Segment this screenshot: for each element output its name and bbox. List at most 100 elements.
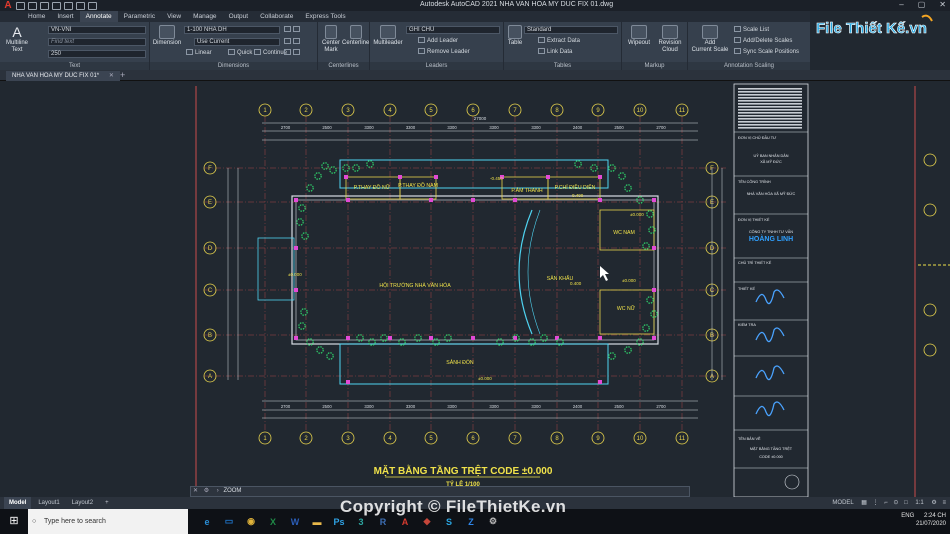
document-tab[interactable]: NHA VAN HOA MY DUC FIX 01* ✕: [6, 71, 120, 81]
save-icon[interactable]: [40, 1, 49, 10]
tab-layout2[interactable]: Layout2: [67, 497, 98, 509]
leaders-panel-title[interactable]: Leaders: [370, 62, 503, 70]
dimension-button[interactable]: Dimension: [152, 25, 182, 47]
column-mark: [471, 336, 475, 340]
ribbon-tab-manage[interactable]: Manage: [187, 11, 223, 22]
customize-menu-icon[interactable]: ≡: [942, 500, 946, 506]
customize-cmd-icon[interactable]: ⚙: [204, 488, 209, 494]
centerline-button[interactable]: Centerline: [342, 25, 369, 47]
scale-list-icon: [734, 26, 741, 32]
folder-icon[interactable]: ▬: [306, 509, 328, 534]
ortho-icon[interactable]: ⌐: [884, 500, 888, 506]
tab-layout1[interactable]: Layout1: [33, 497, 64, 509]
multiline-text-button[interactable]: A Multiline Text: [4, 25, 30, 54]
language-indicator[interactable]: ENG: [901, 513, 914, 519]
grid-label: C: [710, 288, 715, 294]
ribbon-tab-home[interactable]: Home: [22, 11, 51, 22]
dim-break-icon[interactable]: [284, 38, 302, 46]
quick-button[interactable]: Quick: [228, 49, 252, 57]
new-file-icon[interactable]: [16, 1, 25, 10]
drawing-canvas[interactable]: 11223344556677889910101111FFEEDDCCBBAA 2…: [0, 81, 950, 497]
sync-scale-button[interactable]: Sync Scale Positions: [734, 48, 799, 56]
link-data-button[interactable]: Link Data: [538, 48, 572, 56]
add-layout-icon[interactable]: +: [100, 497, 114, 509]
tree-symbol: [329, 166, 337, 174]
table-button[interactable]: Table: [506, 25, 524, 47]
dim-adjust-icon[interactable]: [284, 49, 302, 57]
minimize-icon[interactable]: –: [899, 0, 903, 10]
site-logo-graphic: File Thiết Kế.vn: [810, 11, 950, 70]
multileader-button[interactable]: Multileader: [371, 25, 405, 47]
polar-icon[interactable]: ⊙: [893, 500, 898, 506]
extract-data-button[interactable]: Extract Data: [538, 37, 580, 45]
add-delete-scales-button[interactable]: Add/Delete Scales: [734, 37, 792, 45]
revision-cloud-button[interactable]: Revision Cloud: [654, 25, 686, 54]
remove-leader-button[interactable]: Remove Leader: [418, 48, 470, 56]
redo-icon[interactable]: [88, 1, 97, 10]
taskbar-search-input[interactable]: ○ Type here to search: [28, 509, 188, 534]
close-tab-icon[interactable]: ✕: [109, 73, 114, 79]
ribbon-tab-output[interactable]: Output: [223, 11, 255, 22]
plot-icon[interactable]: [64, 1, 73, 10]
osnap-icon[interactable]: □: [904, 500, 908, 506]
text-height-select[interactable]: 250: [48, 50, 146, 58]
ribbon-tab-insert[interactable]: Insert: [51, 11, 79, 22]
wipeout-button[interactable]: Wipeout: [624, 25, 654, 47]
text-style-select[interactable]: VN-VNI: [48, 26, 146, 34]
snap-icon[interactable]: ⋮: [873, 500, 879, 506]
workspace-gear-icon[interactable]: ⚙: [931, 500, 936, 506]
sheet-number-bubble: [784, 474, 800, 490]
ribbon-tab-collaborate[interactable]: Collaborate: [254, 11, 299, 22]
save-as-icon[interactable]: [52, 1, 61, 10]
ribbon-tab-parametric[interactable]: Parametric: [118, 11, 161, 22]
tree-symbol: [321, 162, 329, 170]
column-mark: [294, 246, 298, 250]
ribbon-tab-view[interactable]: View: [161, 11, 187, 22]
add-current-scale-button[interactable]: Add Current Scale: [690, 25, 730, 54]
open-file-icon[interactable]: [28, 1, 37, 10]
find-text-input[interactable]: Find text: [48, 38, 146, 46]
model-space-toggle[interactable]: MODEL: [832, 500, 853, 506]
add-leader-icon: [418, 37, 425, 43]
ribbon-tab-annotate[interactable]: Annotate: [79, 11, 118, 22]
continue-button[interactable]: Continue: [254, 49, 287, 57]
tables-panel-title[interactable]: Tables: [504, 62, 621, 70]
column-mark: [294, 336, 298, 340]
dim-tools-icon[interactable]: [284, 26, 302, 34]
dimension-text: 2700: [656, 404, 666, 409]
tab-model[interactable]: Model: [4, 497, 32, 509]
clock-date[interactable]: 21/07/2020: [901, 520, 946, 528]
new-tab-icon[interactable]: +: [120, 70, 125, 80]
annotation-scale[interactable]: 1:1: [915, 500, 923, 506]
command-line[interactable]: ✕ ⚙ › ZOOM: [190, 486, 690, 497]
table-style-select[interactable]: Standard: [524, 26, 618, 34]
close-cmd-icon[interactable]: ✕: [193, 488, 198, 494]
explorer-icon[interactable]: ▭: [218, 509, 240, 534]
clock-time[interactable]: 2:24 CH: [924, 513, 946, 519]
windows-start-icon[interactable]: ⊞: [0, 509, 28, 534]
dim-style-select[interactable]: 1-100 NHA DH: [184, 26, 280, 34]
ribbon-tab-express-tools[interactable]: Express Tools: [299, 11, 351, 22]
drawing-title: MẶT BẰNG TẦNG TRỆT CODE ±0.000: [374, 464, 553, 477]
chrome-icon[interactable]: ◉: [240, 509, 262, 534]
excel-icon[interactable]: X: [262, 509, 284, 534]
linear-button[interactable]: Linear: [186, 49, 212, 57]
edge-icon[interactable]: e: [196, 509, 218, 534]
text-panel-title[interactable]: Text: [0, 62, 149, 70]
grid-icon[interactable]: ▦: [861, 500, 867, 506]
grid-label: 7: [513, 436, 517, 442]
remove-leader-icon: [418, 48, 425, 54]
add-scale-icon: [702, 25, 718, 39]
scale-list-button[interactable]: Scale List: [734, 26, 769, 34]
center-mark-button[interactable]: Center Mark: [319, 25, 343, 54]
mleader-style-select[interactable]: GHI CHU: [406, 26, 500, 34]
title-block-text: XÃ MỸ ĐỨC: [760, 159, 782, 164]
autocad-logo-icon[interactable]: A: [0, 0, 16, 11]
undo-icon[interactable]: [76, 1, 85, 10]
maximize-icon[interactable]: ▢: [918, 0, 926, 10]
word-icon[interactable]: W: [284, 509, 306, 534]
add-leader-button[interactable]: Add Leader: [418, 37, 458, 45]
close-icon[interactable]: ✕: [939, 0, 946, 10]
dimensions-panel-title[interactable]: Dimensions: [150, 62, 317, 70]
dim-layer-select[interactable]: Use Current: [194, 38, 280, 46]
